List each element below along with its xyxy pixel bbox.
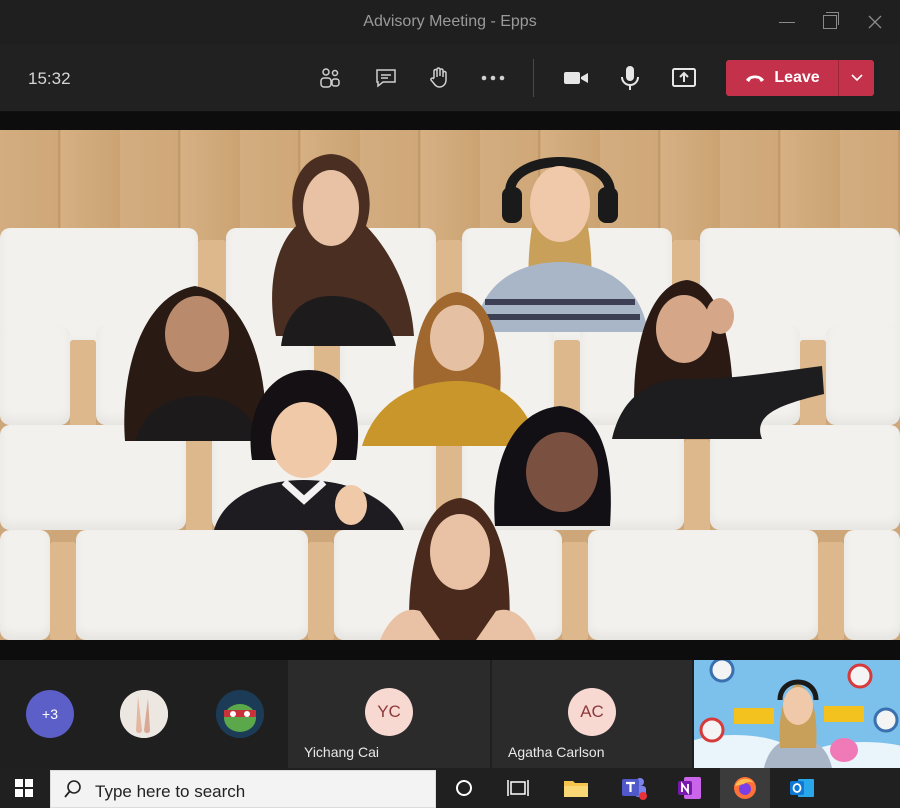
auditorium-seat <box>844 530 900 640</box>
participant-tile[interactable]: AC Agatha Carlson <box>492 660 692 768</box>
together-mode-stage <box>0 130 900 640</box>
seat-post <box>684 440 710 535</box>
auditorium-seat <box>0 530 50 640</box>
teams-button[interactable] <box>616 772 652 804</box>
show-chat-button[interactable] <box>372 64 400 92</box>
outlook-icon <box>790 779 814 797</box>
outlook-button[interactable] <box>784 772 820 804</box>
auditorium-seat <box>76 530 308 640</box>
participant-strip: +3 YC Yichang Cai AC Agatha Carlson <box>0 660 900 768</box>
onenote-button[interactable] <box>672 772 708 804</box>
onenote-icon <box>678 777 701 799</box>
cartoon-avatar-image <box>216 690 264 738</box>
cortana-button[interactable] <box>446 772 482 804</box>
show-participants-button[interactable] <box>316 64 344 92</box>
chat-icon <box>376 69 396 88</box>
file-explorer-icon <box>564 781 588 797</box>
ballet-shoes-avatar-image <box>120 690 168 738</box>
raise-hand-button[interactable] <box>425 64 453 92</box>
leave-label: Leave <box>774 69 820 86</box>
task-view-button[interactable] <box>500 772 536 804</box>
firefox-button[interactable] <box>720 768 770 808</box>
microphone-toggle-button[interactable] <box>616 64 644 92</box>
start-button[interactable] <box>0 768 48 808</box>
leave-options-button[interactable] <box>839 60 874 96</box>
meeting-toolbar: 15:32 Leave <box>0 44 900 112</box>
window-title-bar: Advisory Meeting - Epps <box>0 0 900 44</box>
seat-post <box>70 340 96 430</box>
teams-icon <box>622 778 647 800</box>
windows-taskbar: Type here to search <box>0 768 900 808</box>
cortana-icon <box>456 780 472 796</box>
seat-post <box>818 542 844 640</box>
seat-post <box>50 542 76 640</box>
seat-post <box>186 440 212 535</box>
participant-initials-avatar: YC <box>365 688 413 736</box>
window-title: Advisory Meeting - Epps <box>363 13 537 30</box>
task-view-icon <box>507 780 529 796</box>
participant-name: Agatha Carlson <box>508 744 605 760</box>
more-participants-button[interactable]: +3 <box>26 690 74 738</box>
self-view-video[interactable] <box>694 660 900 768</box>
file-explorer-button[interactable] <box>558 772 594 804</box>
close-window-button[interactable] <box>862 9 888 35</box>
camera-toggle-button[interactable] <box>562 64 590 92</box>
firefox-icon <box>734 777 756 799</box>
leave-button[interactable]: Leave <box>726 60 838 96</box>
participants-icon <box>320 68 340 88</box>
share-screen-button[interactable] <box>670 64 698 92</box>
participant-avatar[interactable] <box>216 690 264 738</box>
raise-hand-icon <box>430 67 447 88</box>
seat-post <box>562 542 588 640</box>
meeting-duration: 15:32 <box>28 69 71 88</box>
close-icon <box>868 15 882 29</box>
taskbar-search-box[interactable]: Type here to search <box>50 770 436 808</box>
seat-post <box>308 542 334 640</box>
more-options-button[interactable] <box>479 64 507 92</box>
more-options-icon <box>481 75 505 81</box>
microphone-icon <box>621 66 639 90</box>
participant-video <box>380 498 536 640</box>
self-view-background <box>694 660 900 768</box>
participant-name: Yichang Cai <box>304 744 379 760</box>
search-placeholder: Type here to search <box>95 782 246 801</box>
participant-tile[interactable]: YC Yichang Cai <box>288 660 490 768</box>
share-screen-icon <box>672 68 696 87</box>
participant-avatar[interactable] <box>120 690 168 738</box>
toolbar-divider <box>533 59 534 97</box>
auditorium-seat <box>826 325 900 425</box>
wood-wall <box>0 130 900 240</box>
hang-up-icon <box>746 75 765 82</box>
restore-button[interactable] <box>817 9 843 35</box>
participant-video <box>214 370 404 530</box>
auditorium-seat <box>588 530 818 640</box>
search-icon <box>64 780 81 798</box>
minimize-button[interactable] <box>774 9 800 35</box>
windows-logo-icon <box>15 779 33 797</box>
auditorium-seat <box>0 325 70 425</box>
camera-icon <box>564 72 588 84</box>
participant-video <box>612 280 824 439</box>
leave-button-group: Leave <box>726 60 874 96</box>
auditorium-seat <box>710 425 900 530</box>
participant-initials-avatar: AC <box>568 688 616 736</box>
chevron-down-icon <box>850 74 863 82</box>
